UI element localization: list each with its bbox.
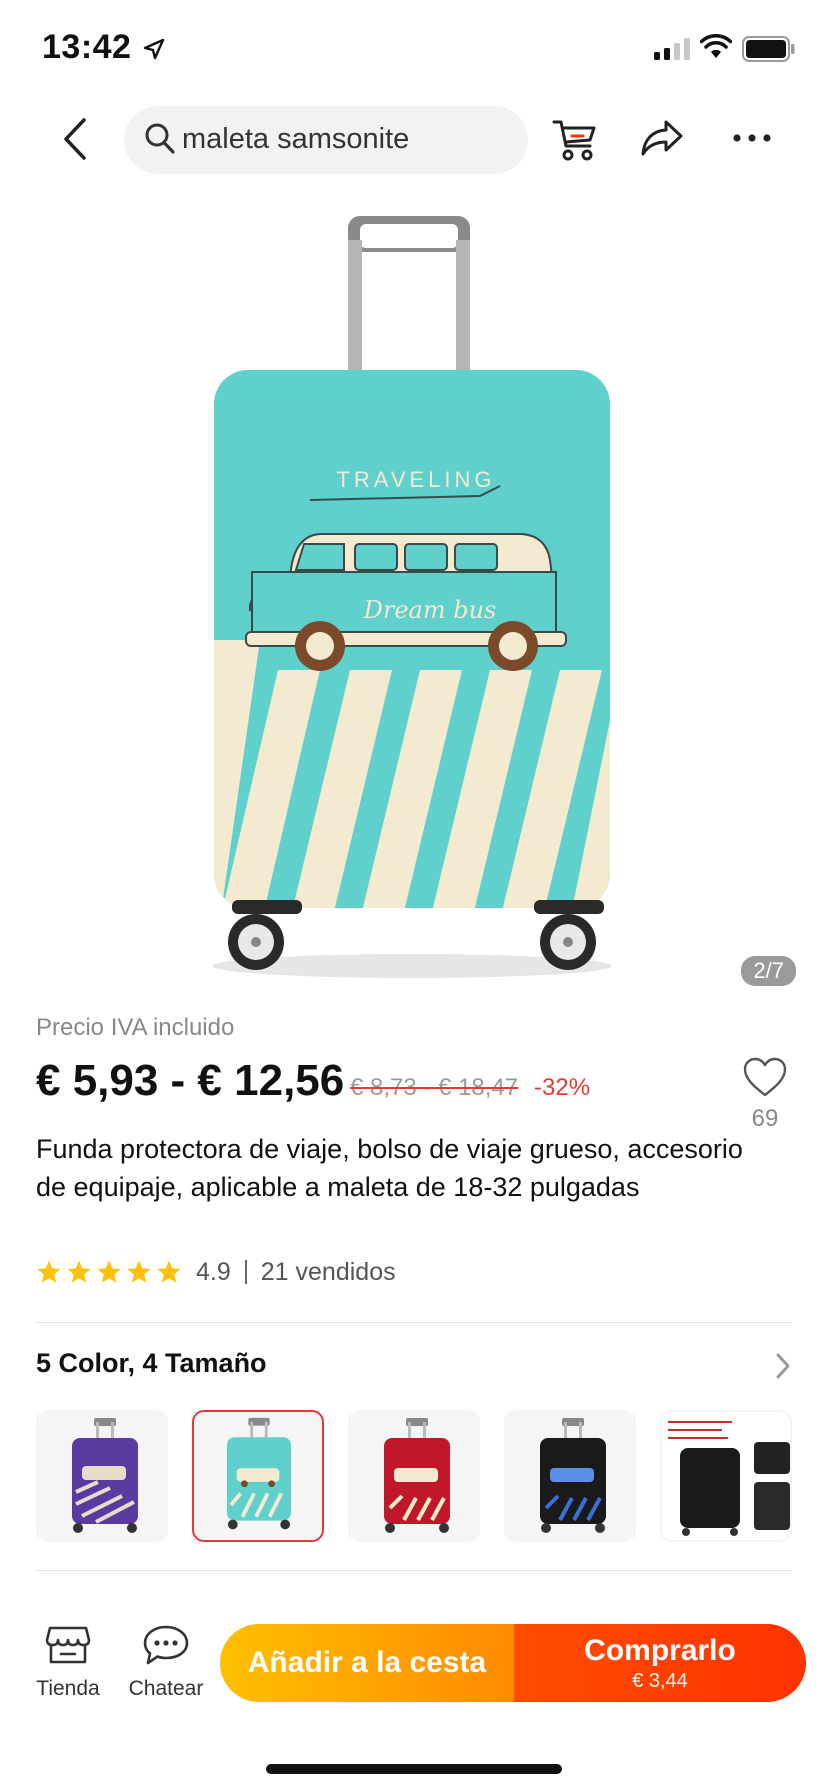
original-price: € 8,73 - € 18,47 xyxy=(350,1074,519,1101)
heart-icon xyxy=(743,1057,787,1097)
wishlist-button[interactable]: 69 xyxy=(742,1056,788,1133)
image-counter: 2/7 xyxy=(741,956,796,986)
product-title: Funda protectora de viaje, bolso de viaj… xyxy=(36,1134,743,1202)
star-icon xyxy=(157,1260,181,1283)
variant-thumbnails xyxy=(36,1410,792,1542)
discount-badge: -32% xyxy=(534,1074,591,1101)
chat-button[interactable]: Chatear xyxy=(128,1624,204,1701)
star-icon xyxy=(127,1260,151,1283)
bottom-action-bar: Tienda Chatear Añadir a la cesta Comprar… xyxy=(0,1610,828,1740)
status-bar: 13:42 xyxy=(0,0,828,100)
signal-icon xyxy=(654,38,690,60)
more-options-icon[interactable] xyxy=(732,132,772,144)
store-button[interactable]: Tienda xyxy=(36,1624,100,1701)
home-indicator[interactable] xyxy=(266,1764,562,1774)
purchase-buttons: Añadir a la cesta Comprarlo € 3,44 xyxy=(220,1624,806,1702)
add-to-cart-button[interactable]: Añadir a la cesta xyxy=(220,1624,514,1702)
store-label: Tienda xyxy=(36,1677,100,1700)
purple-suitcase-image xyxy=(72,1418,138,1533)
variant-thumb-detail[interactable] xyxy=(660,1410,792,1542)
print-title: TRAVELING xyxy=(336,467,495,492)
buy-now-price: € 3,44 xyxy=(632,1670,688,1692)
status-time: 13:42 xyxy=(42,28,132,66)
star-icon xyxy=(37,1260,61,1283)
battery-icon xyxy=(742,36,795,62)
star-icon xyxy=(67,1260,91,1283)
chevron-right-icon[interactable] xyxy=(774,1352,792,1380)
cart-icon[interactable] xyxy=(552,116,598,162)
variants-title[interactable]: 5 Color, 4 Tamaño xyxy=(36,1348,267,1379)
buy-now-button[interactable]: Comprarlo € 3,44 xyxy=(514,1624,806,1702)
tax-label: Precio IVA incluido xyxy=(36,1014,235,1041)
store-icon xyxy=(45,1626,91,1664)
location-arrow-icon xyxy=(143,38,165,60)
divider xyxy=(36,1570,792,1571)
variant-thumb-red[interactable] xyxy=(348,1410,480,1542)
product-image-gallery[interactable]: TRAVELING Dream bus 2/7 xyxy=(0,200,828,990)
price-range: € 5,93 - € 12,56 xyxy=(36,1056,345,1105)
sold-count: 21 vendidos xyxy=(260,1257,396,1286)
chat-icon xyxy=(143,1625,189,1665)
variant-thumb-teal[interactable] xyxy=(192,1410,324,1542)
price-row: € 5,93 - € 12,56 € 8,73 - € 18,47 -32% xyxy=(36,1056,736,1116)
share-icon[interactable] xyxy=(640,118,684,158)
buy-now-label: Comprarlo xyxy=(584,1634,736,1667)
search-icon xyxy=(145,123,175,154)
teal-suitcase-image xyxy=(226,1417,291,1530)
chat-label: Chatear xyxy=(128,1677,204,1700)
rating-row[interactable]: 4.9 21 vendidos xyxy=(36,1254,396,1290)
wishlist-count: 69 xyxy=(751,1105,779,1132)
rating-divider xyxy=(244,1260,247,1284)
search-input[interactable]: maleta samsonite xyxy=(124,106,528,174)
black-suitcase-image xyxy=(540,1418,606,1533)
print-bus-text: Dream bus xyxy=(363,596,497,624)
red-suitcase-image xyxy=(384,1418,450,1533)
variant-thumb-purple[interactable] xyxy=(36,1410,168,1542)
rating-value: 4.9 xyxy=(196,1257,231,1286)
cover-detail-image xyxy=(662,1412,790,1540)
top-nav: maleta samsonite xyxy=(0,104,828,176)
product-image: TRAVELING Dream bus xyxy=(212,216,612,978)
wifi-icon xyxy=(700,34,732,58)
divider xyxy=(36,1322,792,1323)
star-icon xyxy=(97,1260,121,1283)
search-query: maleta samsonite xyxy=(182,123,410,155)
back-icon[interactable] xyxy=(56,114,96,164)
star-rating xyxy=(36,1259,182,1285)
variant-thumb-black[interactable] xyxy=(504,1410,636,1542)
